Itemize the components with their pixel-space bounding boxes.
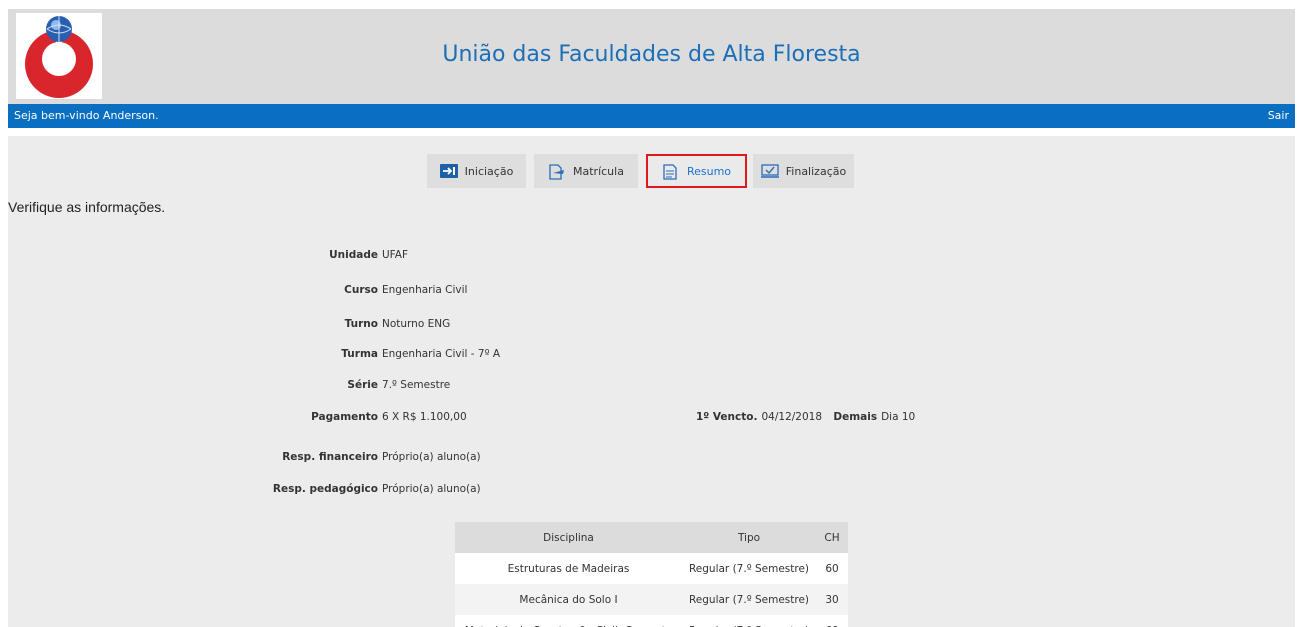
column-header-disciplina: Disciplina (455, 522, 682, 553)
table-row: Materiais de Construção Civil: Concreto … (455, 615, 848, 627)
enter-icon (439, 164, 458, 178)
cell-ch: 60 (816, 615, 848, 627)
info-resp-financeiro: Resp. financeiro Próprio(a) aluno(a) (208, 451, 481, 463)
info-vencimento: 1º Vencto. 04/12/2018 Demais Dia 10 (696, 411, 915, 423)
field-value: 6 X R$ 1.100,00 (382, 411, 467, 423)
field-value: Engenharia Civil (382, 284, 468, 296)
field-value: Engenharia Civil - 7º A (382, 348, 501, 360)
field-label: Resp. pedagógico (272, 483, 378, 495)
page-header: União das Faculdades de Alta Floresta (8, 9, 1295, 104)
field-label: Turno (344, 318, 378, 330)
cell-ch: 60 (816, 553, 848, 584)
cell-disciplina: Materiais de Construção Civil: Concreto (455, 615, 682, 627)
info-turno: Turno Noturno ENG (208, 318, 451, 330)
user-bar: Seja bem-vindo Anderson. Sair (8, 104, 1295, 128)
cell-ch: 30 (816, 584, 848, 615)
info-pagamento: Pagamento 6 X R$ 1.100,00 (208, 411, 467, 423)
tab-label: Matrícula (573, 164, 624, 178)
field-value: Dia 10 (881, 411, 916, 423)
info-unidade: Unidade UFAF (208, 249, 408, 261)
tab-label: Finalização (785, 164, 847, 178)
info-turma: Turma Engenharia Civil - 7º A (208, 348, 500, 360)
cell-tipo: Regular (7.º Semestre) (682, 553, 816, 584)
table-row: Estruturas de Madeiras Regular (7.º Seme… (455, 553, 848, 584)
field-label: Curso (344, 284, 378, 296)
table-row: Mecânica do Solo I Regular (7.º Semestre… (455, 584, 848, 615)
column-header-ch: CH (816, 522, 848, 553)
cell-tipo: Regular (7.º Semestre) (682, 615, 816, 627)
field-label: Série (347, 379, 378, 391)
field-label: Resp. financeiro (282, 451, 378, 463)
field-label: 1º Vencto. (696, 411, 758, 423)
tab-label: Resumo (686, 164, 732, 178)
tab-label: Iniciação (464, 164, 514, 178)
cell-disciplina: Estruturas de Madeiras (455, 553, 682, 584)
tab-resumo[interactable]: Resumo (646, 154, 747, 188)
logout-link[interactable]: Sair (1268, 109, 1289, 122)
info-resp-pedagogico: Resp. pedagógico Próprio(a) aluno(a) (208, 483, 481, 495)
tab-finalizacao[interactable]: Finalização (753, 154, 854, 188)
field-label: Turma (341, 348, 378, 360)
info-serie: Série 7.º Semestre (208, 379, 450, 391)
field-label: Pagamento (311, 411, 378, 423)
checked-monitor-icon (760, 164, 779, 178)
welcome-text: Seja bem-vindo Anderson. (14, 109, 159, 122)
field-label: Demais (833, 411, 878, 423)
field-value: UFAF (382, 249, 408, 261)
info-curso: Curso Engenharia Civil (208, 284, 467, 296)
cell-disciplina: Mecânica do Solo I (455, 584, 682, 615)
tab-iniciacao[interactable]: Iniciação (427, 154, 526, 188)
disciplines-table: Disciplina Tipo CH Estruturas de Madeira… (455, 522, 848, 627)
instruction-text: Verifique as informações. (8, 199, 166, 215)
field-value: Noturno ENG (382, 318, 451, 330)
field-label: Unidade (329, 249, 378, 261)
field-value: Próprio(a) aluno(a) (382, 451, 481, 463)
main-content: Iniciação Matrícula Resumo Finalização V… (8, 136, 1295, 627)
field-value: 7.º Semestre (382, 379, 451, 391)
cell-tipo: Regular (7.º Semestre) (682, 584, 816, 615)
column-header-tipo: Tipo (682, 522, 816, 553)
site-title: União das Faculdades de Alta Floresta (442, 42, 861, 67)
field-value: 04/12/2018 (761, 411, 823, 423)
edit-document-icon (548, 164, 566, 180)
document-icon (662, 164, 680, 180)
field-value: Próprio(a) aluno(a) (382, 483, 481, 495)
table-header-row: Disciplina Tipo CH (455, 522, 848, 553)
tab-matricula[interactable]: Matrícula (534, 154, 638, 188)
